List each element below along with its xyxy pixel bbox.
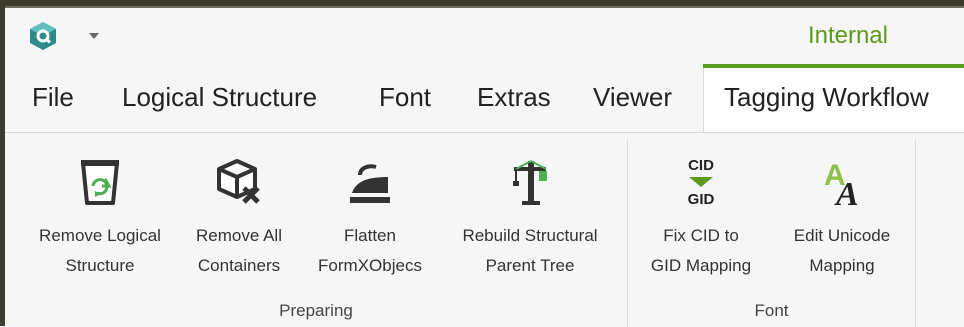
context-tab-underline: [703, 64, 964, 68]
flatten-formxobjects-button[interactable]: Flatten FormXObjecs: [305, 133, 435, 283]
remove-all-containers-button[interactable]: Remove All Containers: [183, 133, 295, 283]
tab-viewer[interactable]: Viewer: [593, 82, 672, 113]
label-line2: Mapping: [809, 256, 875, 275]
edit-unicode-mapping-button[interactable]: A A Edit Unicode Mapping: [777, 133, 907, 283]
label-line2: Parent Tree: [485, 256, 575, 275]
label-line1: Edit Unicode: [793, 226, 891, 245]
tab-file[interactable]: File: [32, 82, 74, 113]
recycle-bin-icon: [81, 160, 119, 205]
tab-tagging-workflow[interactable]: Tagging Workflow: [724, 82, 929, 113]
edit-unicode-mapping-label: Edit Unicode Mapping: [777, 221, 907, 281]
fix-cid-to-gid-mapping-button[interactable]: CID GID Fix CID to GID Mapping: [635, 133, 767, 283]
fix-cid-to-gid-mapping-label: Fix CID to GID Mapping: [635, 221, 767, 281]
tab-extras[interactable]: Extras: [477, 82, 551, 113]
label-line1: Flatten: [344, 226, 396, 245]
rebuild-structural-parent-tree-button[interactable]: Rebuild Structural Parent Tree: [441, 133, 619, 283]
gid-text: GID: [688, 191, 715, 207]
label-line1: Remove All: [196, 226, 282, 245]
cid-gid-icon: CID GID: [688, 157, 715, 207]
label-line2: Structure: [65, 256, 135, 275]
group-separator: [627, 139, 628, 327]
label-line1: Remove Logical: [39, 226, 161, 245]
tab-logical-structure[interactable]: Logical Structure: [122, 82, 317, 113]
remove-box-icon: [217, 159, 260, 204]
flatten-formxobjects-label: Flatten FormXObjecs: [305, 221, 435, 281]
iron-icon: [350, 164, 390, 203]
rebuild-structural-parent-tree-label: Rebuild Structural Parent Tree: [441, 221, 619, 281]
ribbon-tabs: File Logical Structure Font Extras Viewe…: [5, 66, 964, 132]
label-line1: Rebuild Structural: [462, 226, 598, 245]
context-label: Internal: [807, 22, 888, 49]
app-logo-icon[interactable]: [29, 21, 57, 51]
remove-all-containers-label: Remove All Containers: [183, 221, 295, 281]
ribbon-panel: Remove Logical Structure Remove All Cont…: [5, 132, 964, 327]
font-a-icon: A A: [824, 159, 859, 207]
label-line2: GID Mapping: [650, 256, 752, 275]
label-line2: Containers: [197, 256, 281, 275]
remove-logical-structure-button[interactable]: Remove Logical Structure: [20, 133, 180, 283]
font-a-black: A: [834, 176, 859, 207]
crane-icon: [513, 160, 547, 205]
tab-font[interactable]: Font: [379, 82, 431, 113]
title-bar: Internal: [5, 8, 964, 66]
group-label-font: Font: [754, 301, 789, 320]
group-label-preparing: Preparing: [279, 301, 353, 320]
cid-text: CID: [688, 157, 714, 174]
remove-logical-structure-label: Remove Logical Structure: [20, 221, 180, 281]
chevron-down-icon[interactable]: [89, 33, 99, 39]
group-separator: [915, 139, 916, 327]
label-line1: Fix CID to: [663, 226, 739, 245]
label-line2: FormXObjecs: [318, 256, 422, 275]
